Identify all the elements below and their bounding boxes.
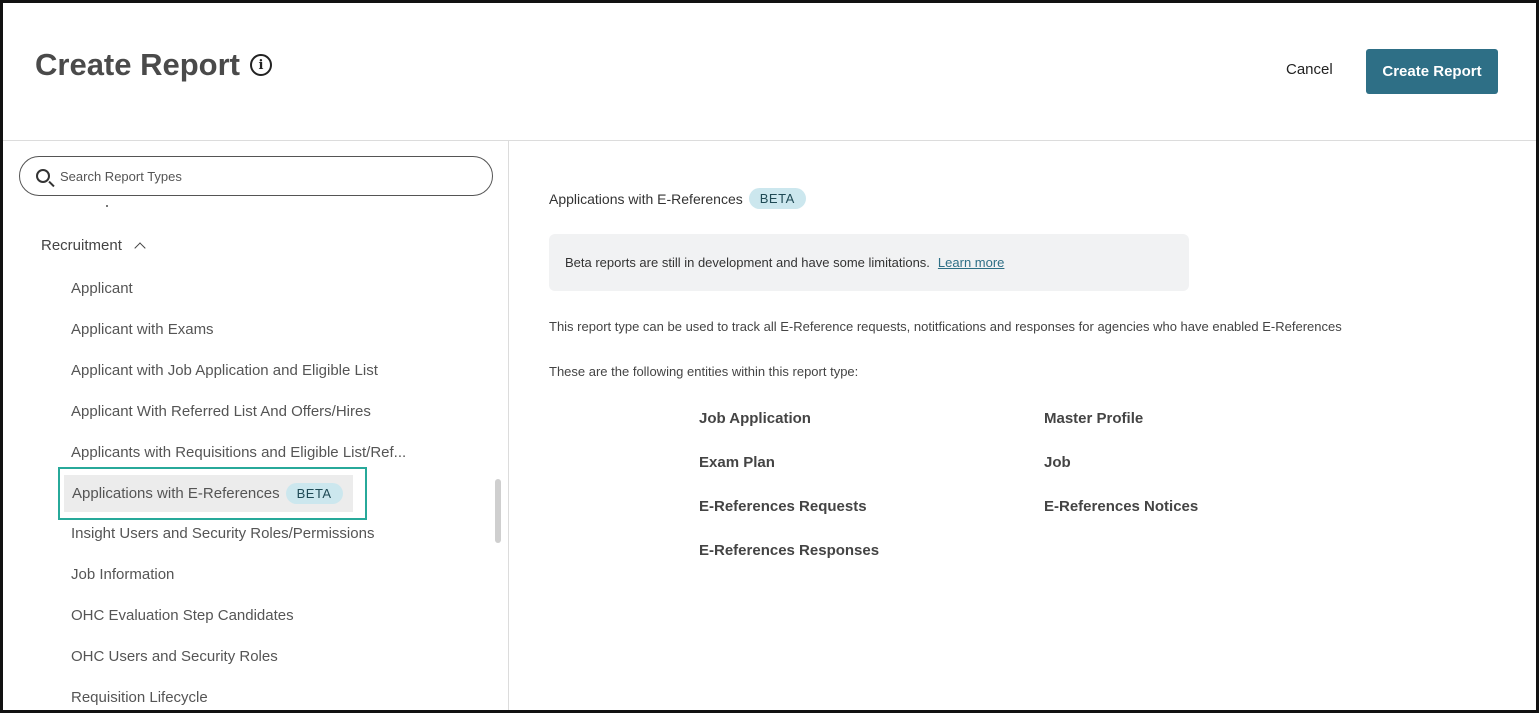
list-item[interactable]: Requisition Lifecycle [59,679,208,710]
entity-item: Master Profile [1044,410,1144,427]
entity-item: E-References Requests [699,498,867,515]
section-header-recruitment[interactable]: Recruitment [41,237,146,254]
list-item[interactable]: Applicant with Job Application and Eligi… [59,352,378,389]
beta-badge: BETA [748,188,806,209]
search-box [19,156,493,196]
list-item[interactable]: OHC Users and Security Roles [59,638,278,675]
entity-item: Exam Plan [699,454,775,471]
list-item[interactable]: Job Information [59,556,174,593]
list-item-label: OHC Users and Security Roles [71,648,278,665]
list-item[interactable]: Insight Users and Security Roles/Permiss… [59,515,374,552]
page-title: Create Report i [35,47,272,83]
list-item-label: Applicant [71,280,133,297]
beta-notice: Beta reports are still in development an… [549,234,1189,291]
entity-item: E-References Responses [699,542,880,559]
chevron-up-icon [134,242,146,254]
list-item-label: Applicant with Exams [71,321,214,338]
search-input[interactable] [60,168,460,184]
list-item-label: Insight Users and Security Roles/Permiss… [71,525,375,542]
beta-notice-text: Beta reports are still in development an… [565,255,930,270]
selected-item-highlight: Applications with E-References BETA [64,475,353,512]
list-item-label: Job Information [71,566,175,583]
list-item-label: Requisition Lifecycle [71,689,208,706]
list-item[interactable]: Applicant [59,270,133,307]
list-item-selected[interactable]: Applications with E-References BETA [58,467,367,520]
beta-badge: BETA [285,483,343,504]
list-item-label: Applications with E-References [72,485,280,502]
info-icon[interactable]: i [250,54,272,76]
entity-item: E-References Notices [1044,498,1199,515]
create-report-button[interactable]: Create Report [1366,49,1498,94]
search-icon [36,169,50,183]
report-type-sidebar: Recruitment Applicant Applicant with Exa… [3,141,509,710]
scroll-fragment [106,205,108,207]
report-description: This report type can be used to track al… [549,319,1342,334]
entity-item: Job Application [699,410,811,427]
report-detail-panel: Applications with E-References BETA Beta… [510,141,1536,710]
cancel-button[interactable]: Cancel [1286,61,1333,78]
list-item-label: Applicant With Referred List And Offers/… [71,403,371,420]
section-label: Recruitment [41,237,122,254]
page-title-text: Create Report [35,47,240,82]
sidebar-scrollbar[interactable] [495,479,501,543]
create-report-window: Create Report i Cancel Create Report Rec… [0,0,1539,713]
report-title-text: Applications with E-References [549,190,743,207]
list-item[interactable]: Applicants with Requisitions and Eligibl… [59,434,406,471]
learn-more-link[interactable]: Learn more [938,255,1004,270]
entities-intro: These are the following entities within … [549,364,859,379]
entity-item: Job [1044,454,1071,471]
list-item[interactable]: OHC Evaluation Step Candidates [59,597,294,634]
list-item[interactable]: Applicant With Referred List And Offers/… [59,393,371,430]
header: Create Report i Cancel Create Report [3,3,1536,141]
list-item[interactable]: Applicant with Exams [59,311,214,348]
list-item-label: Applicants with Requisitions and Eligibl… [71,444,407,461]
report-title: Applications with E-References BETA [549,188,806,209]
list-item-label: OHC Evaluation Step Candidates [71,607,294,624]
list-item-label: Applicant with Job Application and Eligi… [71,362,378,379]
